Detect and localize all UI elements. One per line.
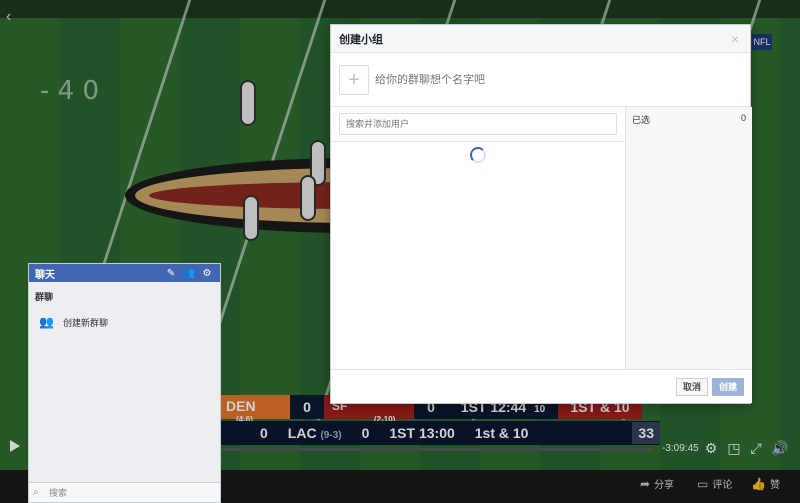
- chat-search[interactable]: ⌕ 搜索: [29, 482, 220, 502]
- selected-label: 已选: [632, 115, 651, 125]
- user-search-input[interactable]: [339, 113, 617, 135]
- plus-icon[interactable]: +: [339, 64, 369, 95]
- gear-icon[interactable]: ⚙: [200, 268, 214, 279]
- chat-panel: 聊天 ✎ 👥 ⚙ 群聊 👥 创建新群聊 ⌕ 搜索: [28, 263, 221, 503]
- close-icon[interactable]: ×: [728, 31, 742, 47]
- selected-users-column: 已选 0: [626, 107, 752, 371]
- dialog-body: 已选 0: [331, 107, 752, 371]
- create-group-label: 创建新群聊: [63, 317, 109, 328]
- chat-title: 聊天: [35, 269, 55, 281]
- group-name-input[interactable]: [375, 73, 742, 86]
- group-name-row: +: [331, 53, 750, 107]
- create-group-dialog: 创建小组 × + 已选 0 取消 创建: [330, 24, 752, 404]
- search-icon: ⌕: [33, 487, 39, 498]
- people-icon[interactable]: 👥: [182, 268, 196, 279]
- user-search-column: [331, 107, 626, 371]
- selected-count: 0: [740, 113, 746, 123]
- create-group-chat-button[interactable]: 👥 创建新群聊: [29, 303, 220, 341]
- create-button[interactable]: 创建: [711, 377, 744, 396]
- people-icon: 👥: [39, 315, 54, 329]
- chat-search-placeholder: 搜索: [49, 488, 68, 498]
- loading-spinner-icon: [470, 147, 486, 163]
- dialog-footer: 取消 创建: [331, 369, 752, 403]
- dialog-title: 创建小组: [339, 33, 383, 46]
- cancel-button[interactable]: 取消: [675, 377, 708, 396]
- dialog-header: 创建小组 ×: [331, 25, 750, 53]
- user-search-wrap: [331, 107, 625, 142]
- chat-header: 聊天 ✎ 👥 ⚙: [29, 264, 220, 282]
- group-chat-heading: 群聊: [35, 292, 54, 302]
- compose-icon[interactable]: ✎: [164, 268, 178, 279]
